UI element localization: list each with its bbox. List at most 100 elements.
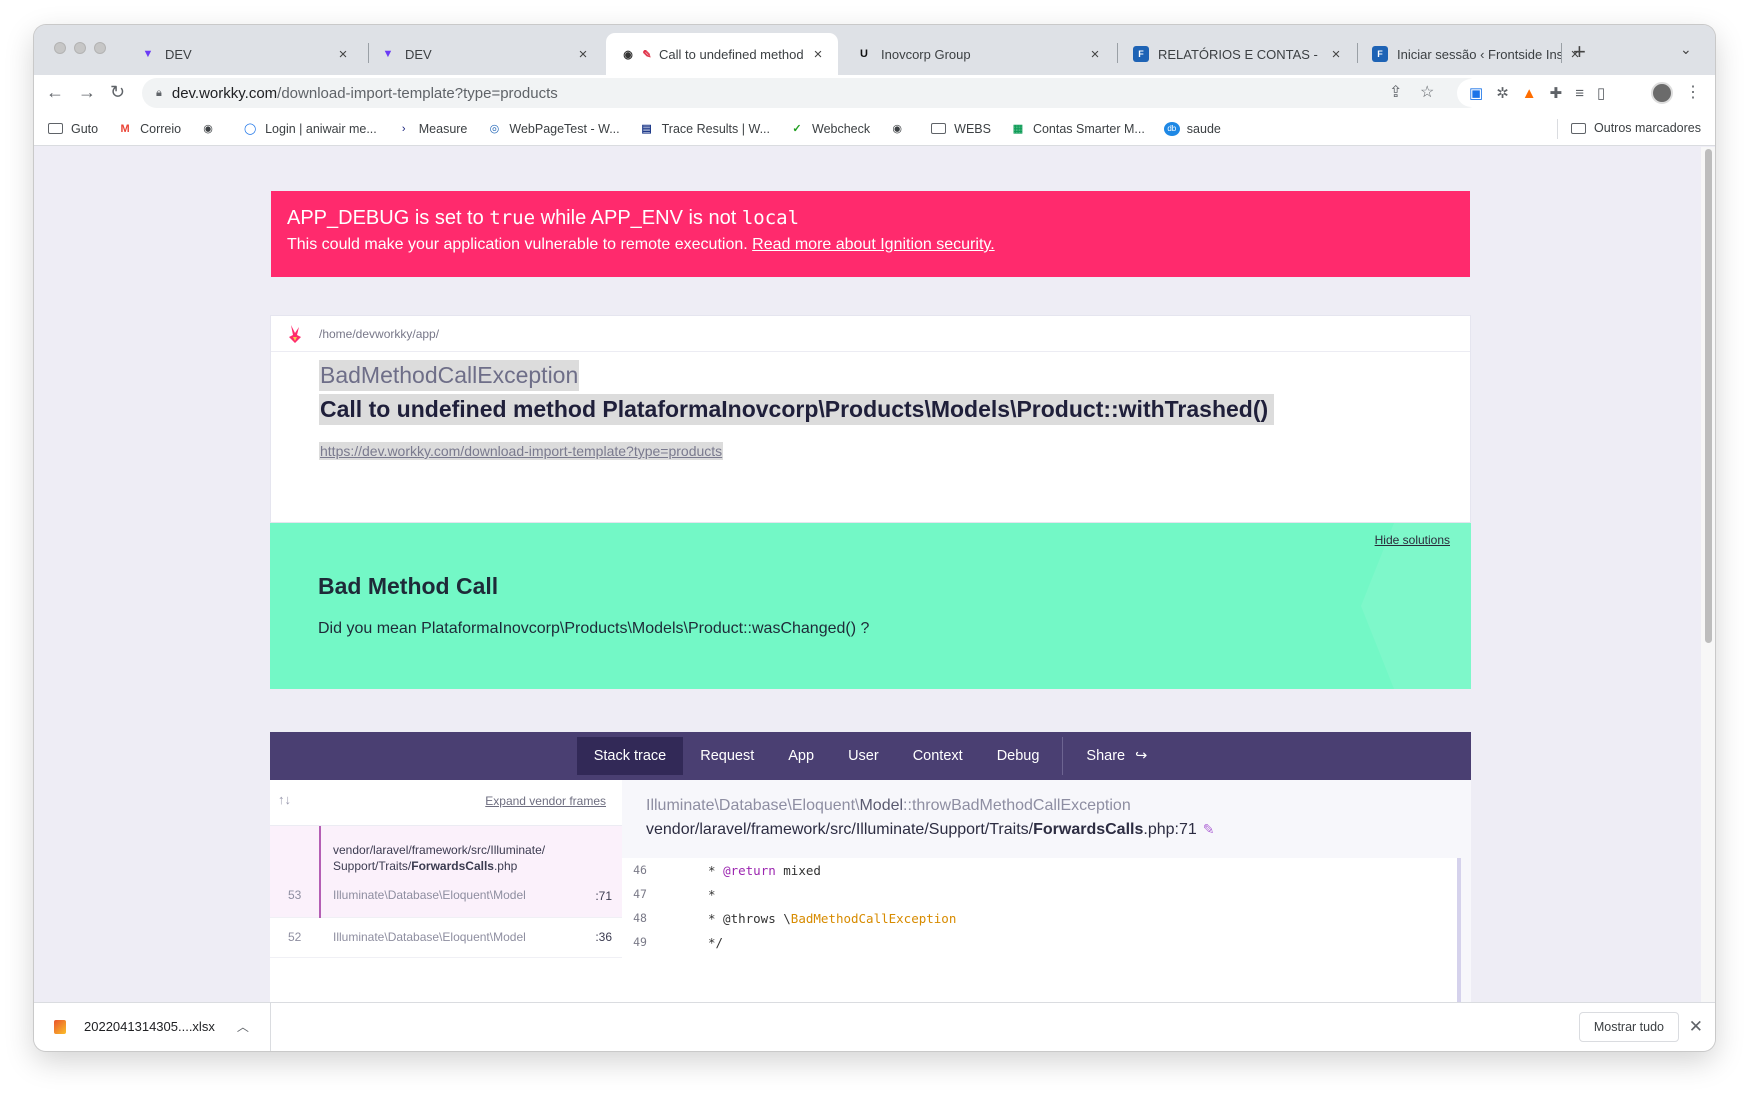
- side-panel-icon[interactable]: ▯: [1597, 84, 1605, 102]
- tab-dev-1[interactable]: ▼ DEV ×: [126, 33, 363, 75]
- tab-ignition-error[interactable]: ◉ ✎ Call to undefined method P ×: [606, 33, 838, 75]
- stack-frame-selected[interactable]: vendor/laravel/framework/src/Illuminate/…: [270, 826, 622, 918]
- minimize-window-icon[interactable]: [74, 42, 86, 54]
- tab-request[interactable]: Request: [683, 737, 771, 775]
- code-snippet: 46 * @return mixed 47 * 48 * @throws \BadMe…: [622, 858, 1461, 1002]
- gmail-icon: M: [120, 122, 130, 135]
- request-url-link[interactable]: https://dev.workky.com/download-import-t…: [319, 442, 724, 460]
- chat-icon: ◯: [243, 123, 257, 135]
- folder-icon: [931, 123, 947, 134]
- exception-card: /home/devworkky/app/ BadMethodCallExcept…: [270, 315, 1471, 523]
- downloads-bar: 2022041314305....xlsx ︿ Mostrar tudo ✕: [34, 1002, 1715, 1051]
- new-tab-button[interactable]: +: [1573, 39, 1586, 65]
- xlsx-file-icon: [54, 1019, 66, 1034]
- close-icon[interactable]: ✕: [1689, 1017, 1703, 1037]
- code-line: 49 */: [633, 934, 724, 950]
- bookmark-contas-smarter[interactable]: ▦ Contas Smarter M...: [1010, 122, 1145, 136]
- tab-search-chevron-icon[interactable]: ⌄: [1680, 41, 1692, 58]
- bookmark-webs[interactable]: WEBS: [931, 122, 991, 136]
- address-bar[interactable]: 🔒︎ dev.workky.com/download-import-templa…: [142, 78, 1482, 108]
- bookmark-trace-results[interactable]: ▤ Trace Results | W...: [639, 122, 770, 136]
- tab-strip: ▼ DEV × ▼ DEV × ◉ ✎ Call to undefined me…: [34, 25, 1715, 75]
- frame-number: 52: [288, 930, 302, 944]
- tab-iniciar-sessao[interactable]: F Iniciar sessão ‹ Frontside Insur ×: [1358, 33, 1595, 75]
- tab-dev-2[interactable]: ▼ DEV ×: [366, 33, 603, 75]
- lock-icon: 🔒︎: [156, 86, 162, 99]
- frontside-icon: F: [1133, 46, 1149, 62]
- bookmark-globe-1[interactable]: ◉: [200, 122, 223, 136]
- chevron-up-icon[interactable]: ︿: [237, 1018, 249, 1035]
- bookmark-webcheck[interactable]: ✓ Webcheck: [789, 122, 870, 136]
- tab-debug[interactable]: Debug: [980, 737, 1057, 775]
- inovcorp-icon: U: [860, 48, 868, 60]
- bookmark-guto[interactable]: Guto: [48, 122, 98, 136]
- page-scrollbar[interactable]: [1701, 147, 1715, 1002]
- stack-frames-header: ↑↓ Expand vendor frames: [270, 780, 622, 826]
- stack-frame[interactable]: 52 Illuminate\Database\Eloquent\Model :3…: [270, 918, 622, 958]
- stack-frames-list: ↑↓ Expand vendor frames vendor/laravel/f…: [270, 780, 622, 1002]
- window-controls[interactable]: [54, 42, 106, 54]
- tab-inovcorp[interactable]: U Inovcorp Group ×: [842, 33, 1115, 75]
- browser-menu-icon[interactable]: ⋮: [1685, 82, 1701, 102]
- back-arrow-icon[interactable]: ←: [46, 82, 64, 103]
- ignition-security-link[interactable]: Read more about Ignition security.: [752, 236, 995, 253]
- show-all-downloads-button[interactable]: Mostrar tudo: [1578, 1012, 1679, 1042]
- tab-relatorios[interactable]: F RELATÓRIOS E CONTAS - Fron ×: [1119, 33, 1356, 75]
- close-tab-icon[interactable]: ×: [335, 46, 351, 63]
- tab-context[interactable]: Context: [896, 737, 980, 775]
- frame-number: 53: [288, 888, 302, 902]
- profile-avatar[interactable]: [1651, 82, 1673, 104]
- exception-class: BadMethodCallException: [319, 360, 580, 391]
- media-queue-icon[interactable]: ≡: [1575, 85, 1584, 102]
- forward-arrow-icon[interactable]: →: [78, 82, 96, 103]
- frontside-icon: F: [1372, 46, 1388, 62]
- extension-alert-icon[interactable]: ▲: [1522, 85, 1537, 102]
- globe-icon: ◉: [203, 123, 213, 135]
- bookmark-star-icon[interactable]: ☆: [1420, 82, 1434, 102]
- frame-detail-path: vendor/laravel/framework/src/Illuminate/…: [646, 821, 1215, 838]
- bookmark-webpagetest[interactable]: ◎ WebPageTest - W...: [486, 122, 620, 136]
- hide-solutions-button[interactable]: Hide solutions: [1375, 533, 1450, 547]
- bookmark-measure[interactable]: › Measure: [396, 122, 467, 136]
- folder-icon: [48, 123, 63, 134]
- trace-icon: ▤: [641, 123, 652, 135]
- bookmark-login-aniwair[interactable]: ◯ Login | aniwair me...: [242, 122, 377, 136]
- extensions-puzzle-icon[interactable]: ✚: [1550, 84, 1563, 102]
- extension-bug-icon[interactable]: ✲: [1496, 84, 1509, 102]
- frame-class: Illuminate\Database\Eloquent\Model: [333, 888, 526, 902]
- close-window-icon[interactable]: [54, 42, 66, 54]
- edit-pencil-icon[interactable]: ✎: [1203, 821, 1215, 837]
- close-tab-icon[interactable]: ×: [1328, 46, 1344, 63]
- share-button[interactable]: Share ↪: [1069, 737, 1164, 775]
- workky-icon: ▼: [142, 48, 154, 60]
- bookmark-saude[interactable]: db saude: [1163, 121, 1221, 136]
- scrollbar-thumb[interactable]: [1705, 149, 1712, 643]
- tabs-divider: [1062, 737, 1064, 775]
- browser-window: ▼ DEV × ▼ DEV × ◉ ✎ Call to undefined me…: [34, 25, 1715, 1051]
- share-arrow-icon: ↪: [1135, 748, 1148, 764]
- extension-translate-icon[interactable]: ▣: [1469, 84, 1483, 102]
- tab-stack-trace[interactable]: Stack trace: [576, 737, 684, 775]
- zoom-window-icon[interactable]: [94, 42, 106, 54]
- tab-user[interactable]: User: [831, 737, 896, 775]
- close-tab-icon[interactable]: ×: [575, 46, 591, 63]
- warning-text: This could make your application vulnera…: [287, 236, 995, 253]
- globe-icon: ◉: [892, 123, 902, 135]
- expand-vendor-frames-button[interactable]: Expand vendor frames: [485, 794, 606, 808]
- app-path-header: /home/devworkky/app/: [271, 316, 1470, 352]
- bookmarks-bar: Guto M Correio ◉ ◯ Login | aniwair me... ›…: [34, 112, 1715, 146]
- bookmark-globe-2[interactable]: ◉: [889, 122, 912, 136]
- reload-icon[interactable]: ↻: [110, 82, 125, 103]
- download-item[interactable]: 2022041314305....xlsx ︿: [54, 1018, 249, 1035]
- tab-app[interactable]: App: [771, 737, 831, 775]
- close-tab-icon[interactable]: ×: [1087, 46, 1103, 63]
- db-icon: db: [1163, 121, 1180, 136]
- share-icon[interactable]: ⇪: [1389, 82, 1402, 102]
- bookmark-correio[interactable]: M Correio: [117, 122, 182, 136]
- sort-arrows-icon[interactable]: ↑↓: [278, 792, 291, 807]
- page-content: APP_DEBUG is set to true while APP_ENV i…: [34, 147, 1715, 1002]
- downloads-divider: [270, 1003, 271, 1051]
- close-tab-icon[interactable]: ×: [810, 46, 826, 63]
- frame-file-path: vendor/laravel/framework/src/Illuminate/…: [333, 843, 546, 873]
- other-bookmarks[interactable]: Outros marcadores: [1557, 119, 1701, 139]
